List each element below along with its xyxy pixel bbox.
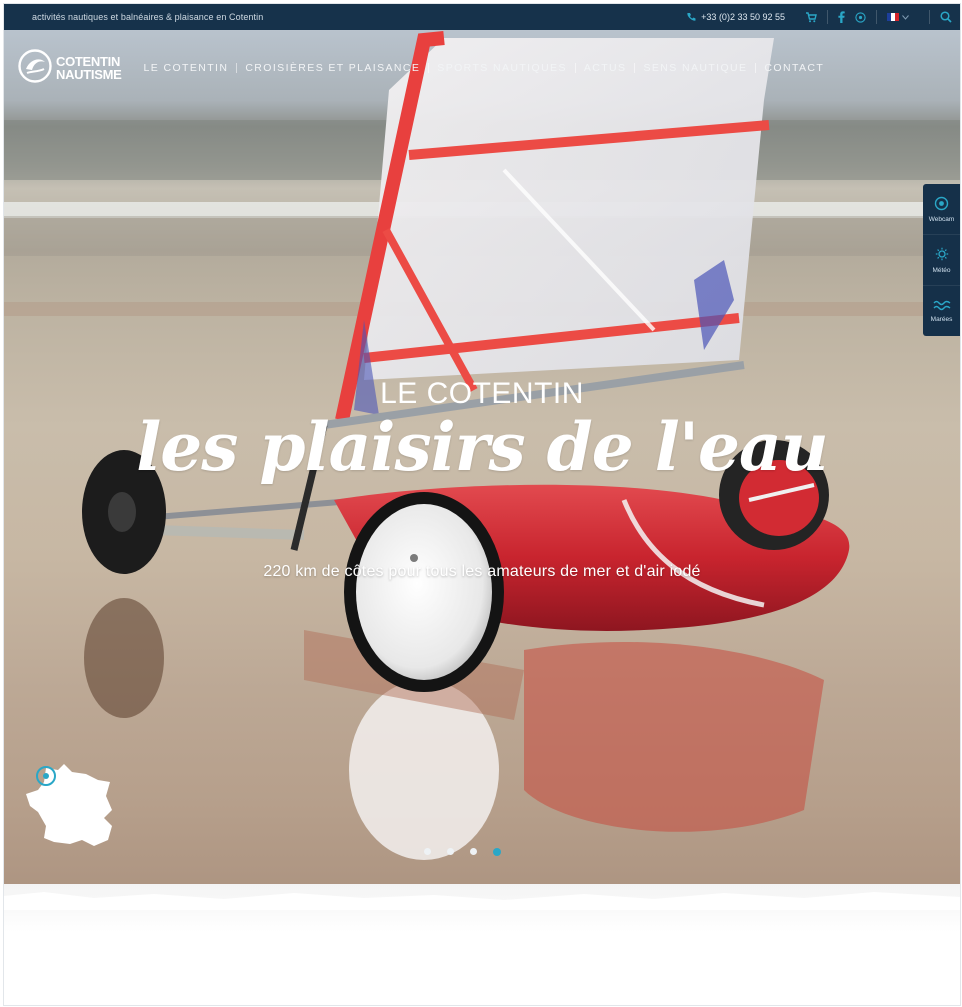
- divider: [929, 10, 930, 24]
- site-logo[interactable]: COTENTIN NAUTISME: [18, 48, 122, 88]
- main-navigation: COTENTIN NAUTISME Le Cotentin Croisières…: [4, 46, 960, 90]
- torn-edge-decoration: [4, 892, 960, 910]
- slide-dot-2[interactable]: [446, 848, 454, 855]
- top-bar: activités nautiques et balnéaires & plai…: [4, 4, 960, 30]
- side-tab-label: Marées: [930, 316, 953, 323]
- top-bar-right: +33 (0)2 33 50 92 55 FR: [686, 4, 960, 30]
- top-tagline: activités nautiques et balnéaires & plai…: [32, 12, 264, 22]
- hero-eyebrow: LE COTENTIN: [380, 377, 584, 410]
- weather-icon: [934, 247, 950, 264]
- nav-item-contact[interactable]: Contact: [756, 62, 832, 74]
- side-tab-meteo[interactable]: Météo: [923, 235, 960, 286]
- social-network-icon[interactable]: [855, 11, 866, 23]
- slider-pagination: [4, 848, 960, 856]
- slide-dot-1[interactable]: [423, 848, 431, 855]
- hero-headline: les plaisirs de l'eau: [136, 408, 829, 486]
- side-tab-label: Météo: [932, 266, 951, 274]
- phone-number: +33 (0)2 33 50 92 55: [701, 12, 785, 22]
- webcam-icon: [934, 196, 949, 213]
- phone-link[interactable]: +33 (0)2 33 50 92 55: [686, 12, 785, 22]
- language-selector[interactable]: FR: [887, 13, 909, 21]
- logo-text: COTENTIN NAUTISME: [56, 55, 122, 81]
- nav-item-actus[interactable]: Actus: [576, 62, 635, 74]
- slide-dot-3[interactable]: [469, 848, 477, 855]
- page-frame: activités nautiques et balnéaires & plai…: [3, 3, 961, 1006]
- search-icon[interactable]: [940, 11, 952, 23]
- facebook-icon[interactable]: [838, 11, 845, 23]
- side-tabs: Webcam Météo Marées: [923, 184, 960, 336]
- cart-icon[interactable]: [805, 11, 817, 23]
- wave-logo-icon: [18, 48, 52, 88]
- side-tab-label: Webcam: [928, 215, 955, 223]
- hero-subline: 220 km de côtes pour tous les amateurs d…: [263, 563, 701, 580]
- chevron-down-icon: [902, 14, 909, 20]
- french-flag-icon: [887, 13, 899, 21]
- side-tab-webcam[interactable]: Webcam: [923, 184, 960, 235]
- menu: Le Cotentin Croisières et plaisance Spor…: [136, 62, 833, 74]
- france-map[interactable]: [24, 760, 119, 855]
- divider: [827, 10, 828, 24]
- nav-item-croisieres[interactable]: Croisières et plaisance: [237, 62, 428, 74]
- nav-item-le-cotentin[interactable]: Le Cotentin: [136, 62, 237, 74]
- phone-icon: [686, 12, 696, 22]
- logo-line-2: NAUTISME: [56, 67, 122, 82]
- hero-slider: COTENTIN NAUTISME Le Cotentin Croisières…: [4, 30, 960, 910]
- tide-icon: [932, 299, 951, 313]
- side-tab-marees[interactable]: Marées: [923, 286, 960, 336]
- nav-item-sens-nautique[interactable]: Sens nautique: [635, 62, 755, 74]
- nav-item-sports-nautiques[interactable]: Sports nautiques: [429, 62, 575, 74]
- slide-dot-4-active[interactable]: [492, 848, 501, 856]
- divider: [876, 10, 877, 24]
- france-map-icon: [26, 764, 112, 846]
